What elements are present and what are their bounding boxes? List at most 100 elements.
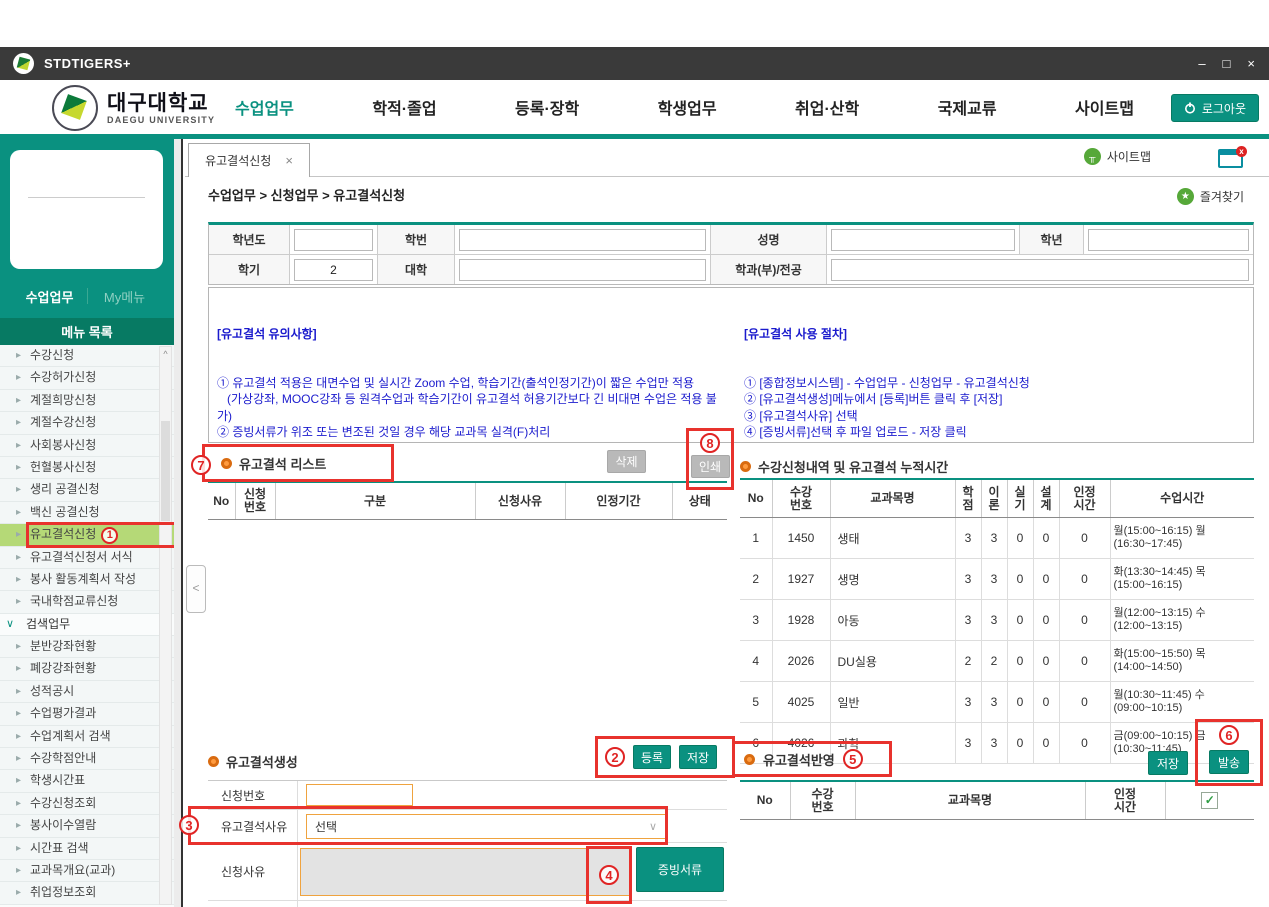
course-section: 수강신청내역 및 유고결석 누적시간 No수강 번호교과목명학 점이 론실 기설… bbox=[740, 455, 1254, 764]
notice-line: ③ [유고결석사유] 선택 bbox=[744, 408, 1245, 424]
sidebar-menu-item[interactable]: 국내학점교류신청 bbox=[0, 591, 174, 613]
sidebar-menu-item[interactable]: 계절수강신청 bbox=[0, 412, 174, 434]
top-menu-item[interactable]: 사이트맵 bbox=[1075, 95, 1134, 119]
column-header: 신청사유 bbox=[475, 482, 565, 520]
close-all-tabs-icon[interactable]: x bbox=[1218, 149, 1243, 168]
supporting-documents-button[interactable]: 증빙서류 bbox=[636, 847, 724, 892]
column-header: 인정기간 bbox=[565, 482, 672, 520]
student-no-field[interactable] bbox=[459, 229, 706, 251]
menu-item-label: 시간표 검색 bbox=[30, 841, 89, 855]
menu-item-label: 봉사이수열람 bbox=[30, 818, 96, 832]
grade-field[interactable] bbox=[1088, 229, 1249, 251]
logout-button[interactable]: 로그아웃 bbox=[1171, 94, 1259, 122]
sidebar-tab-mymenu[interactable]: My메뉴 bbox=[88, 287, 162, 306]
menu-list-header: 메뉴 목록 bbox=[0, 318, 174, 345]
favorites-link[interactable]: ★ 즐겨찾기 bbox=[1177, 188, 1244, 205]
dept-field[interactable] bbox=[831, 259, 1249, 281]
sidebar-menu-item[interactable]: 수업평가결과 bbox=[0, 703, 174, 725]
course-credit: 3 bbox=[955, 518, 981, 559]
sidebar-menu-item[interactable]: 유고결석신청1 bbox=[0, 524, 174, 546]
course-time: 월(10:30~11:45) 수(09:00~10:15) bbox=[1110, 682, 1254, 723]
sidebar-menu-item[interactable]: 분반강좌현황 bbox=[0, 636, 174, 658]
sitemap-link[interactable]: ╥ 사이트맵 bbox=[1084, 148, 1151, 165]
notice-procedure: [유고결석 사용 절차] ① [종합정보시스템] - 수업업무 - 신청업무 -… bbox=[736, 288, 1253, 442]
sidebar-menu-item[interactable]: 계절희망신청 bbox=[0, 390, 174, 412]
annotation-badge-1: 1 bbox=[101, 527, 118, 544]
delete-button[interactable]: 삭제 bbox=[607, 450, 646, 473]
scroll-up-icon[interactable]: ^ bbox=[160, 347, 171, 361]
course-code: 1450 bbox=[772, 518, 830, 559]
top-menu-item[interactable]: 등록·장학 bbox=[515, 95, 579, 119]
sidebar-scrollbar[interactable]: ^ bbox=[159, 346, 172, 905]
course-table: No수강 번호교과목명학 점이 론실 기설 계인정 시간수업시간 1 1450 … bbox=[740, 478, 1254, 764]
send-button[interactable]: 발송 bbox=[1209, 750, 1249, 774]
apply-save-button[interactable]: 저장 bbox=[1148, 751, 1188, 775]
year-field[interactable] bbox=[294, 229, 373, 251]
sidebar-menu-item[interactable]: 사회봉사신청 bbox=[0, 435, 174, 457]
course-table-title: 수강신청내역 및 유고결석 누적시간 bbox=[758, 457, 948, 476]
sidebar-menu-item[interactable]: 시간표 검색 bbox=[0, 838, 174, 860]
menu-item-label: 백신 공결신청 bbox=[30, 505, 100, 519]
annotation-circle-4: 4 bbox=[599, 865, 619, 885]
sidebar-menu-item[interactable]: 학생시간표 bbox=[0, 770, 174, 792]
sidebar-menu-item[interactable]: 검색업무 bbox=[0, 614, 174, 636]
app-title: STDTIGERS+ bbox=[44, 56, 131, 71]
sidebar-menu-item[interactable]: 수강신청 bbox=[0, 345, 174, 367]
absence-reason-select[interactable]: 선택 ∨ bbox=[306, 814, 666, 839]
top-menu-item[interactable]: 국제교류 bbox=[938, 95, 997, 119]
college-field[interactable] bbox=[459, 259, 706, 281]
top-menu-item[interactable]: 취업·산학 bbox=[795, 95, 859, 119]
sidebar-collapse-handle[interactable]: < bbox=[186, 565, 206, 613]
course-row[interactable]: 2 1927 생명 3 3 0 0 0 화(13:30~14:45) 목(15:… bbox=[740, 559, 1254, 600]
menu-item-label: 수강학점안내 bbox=[30, 751, 96, 765]
column-header: 신청 번호 bbox=[235, 482, 275, 520]
maximize-button[interactable]: □ bbox=[1223, 56, 1231, 71]
sidebar-menu-item[interactable]: 백신 공결신청 bbox=[0, 502, 174, 524]
sidebar-menu-item[interactable]: 성적공시 bbox=[0, 681, 174, 703]
course-row[interactable]: 4 2026 DU실용 2 2 0 0 0 화(15:00~15:50) 목(1… bbox=[740, 641, 1254, 682]
absence-reason-type-label: 유고결석사유 bbox=[208, 810, 298, 842]
top-menu-item[interactable]: 학적·졸업 bbox=[372, 95, 436, 119]
sidebar-menu-item[interactable]: 생리 공결신청 bbox=[0, 479, 174, 501]
term-field[interactable]: 2 bbox=[294, 259, 373, 281]
close-button[interactable]: × bbox=[1247, 56, 1255, 71]
sidebar-menu-item[interactable]: 유고결석신청서 서식 bbox=[0, 547, 174, 569]
sidebar-menu-item[interactable]: 수강허가신청 bbox=[0, 367, 174, 389]
menu-item-label: 수강신청조회 bbox=[30, 796, 96, 810]
tab-close-icon[interactable]: × bbox=[285, 153, 293, 168]
course-row[interactable]: 5 4025 일반 3 3 0 0 0 월(10:30~11:45) 수(09:… bbox=[740, 682, 1254, 723]
print-button[interactable]: 인쇄 bbox=[691, 455, 730, 478]
course-name: 생명 bbox=[830, 559, 955, 600]
column-header: 이 론 bbox=[981, 479, 1007, 518]
sidebar-menu-item[interactable]: 수업계획서 검색 bbox=[0, 726, 174, 748]
application-no-field[interactable] bbox=[306, 784, 413, 806]
create-save-button[interactable]: 저장 bbox=[679, 745, 717, 769]
sidebar-menu-item[interactable]: 봉사 활동계획서 작성 bbox=[0, 569, 174, 591]
section-bullet-icon bbox=[208, 756, 219, 767]
top-menu-item[interactable]: 학생업무 bbox=[658, 95, 717, 119]
course-row[interactable]: 3 1928 아동 3 3 0 0 0 월(12:00~13:15) 수(12:… bbox=[740, 600, 1254, 641]
sidebar-tab-business[interactable]: 수업업무 bbox=[13, 287, 87, 306]
select-all-checkbox[interactable]: ✓ bbox=[1201, 792, 1218, 809]
register-button[interactable]: 등록 bbox=[633, 745, 671, 769]
course-time: 월(12:00~13:15) 수(12:00~13:15) bbox=[1110, 600, 1254, 641]
sidebar-menu-item[interactable]: 수강학점안내 bbox=[0, 748, 174, 770]
sidebar-menu-item[interactable]: 헌혈봉사신청 bbox=[0, 457, 174, 479]
sidebar-menu-item[interactable]: 수강신청조회 bbox=[0, 793, 174, 815]
sidebar-tabs: 수업업무 My메뉴 bbox=[0, 283, 174, 309]
course-row[interactable]: 1 1450 생태 3 3 0 0 0 월(15:00~16:15) 월(16:… bbox=[740, 518, 1254, 559]
course-lab: 0 bbox=[1007, 682, 1033, 723]
scrollbar-thumb[interactable] bbox=[161, 421, 170, 521]
course-design: 0 bbox=[1033, 682, 1059, 723]
tab-absence-application[interactable]: 유고결석신청 × bbox=[188, 143, 310, 177]
sidebar-menu-item[interactable]: 봉사이수열람 bbox=[0, 815, 174, 837]
application-reason-textarea[interactable] bbox=[300, 848, 632, 896]
minimize-button[interactable]: – bbox=[1198, 56, 1205, 71]
sidebar-menu-item[interactable]: 교과목개요(교과) bbox=[0, 860, 174, 882]
absence-list-header-row: No신청 번호구분신청사유인정기간상태 bbox=[208, 482, 727, 520]
name-field[interactable] bbox=[831, 229, 1015, 251]
menu-item-label: 유고결석신청서 서식 bbox=[30, 550, 133, 564]
sidebar-menu-item[interactable]: 폐강강좌현황 bbox=[0, 658, 174, 680]
top-menu-item[interactable]: 수업업무 bbox=[235, 95, 294, 119]
sidebar-menu-item[interactable]: 취업정보조회 bbox=[0, 882, 174, 904]
